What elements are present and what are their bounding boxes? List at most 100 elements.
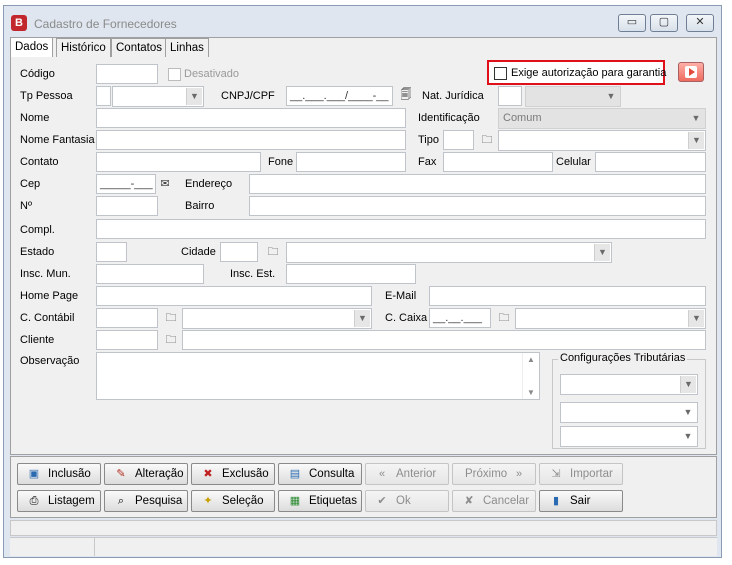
c-contabil-input[interactable] [96, 308, 158, 328]
contato-input[interactable] [96, 152, 261, 172]
email-input[interactable] [429, 286, 706, 306]
codigo-label: Código [20, 68, 55, 80]
exige-autorizacao-label: Exige autorização para garantia [511, 67, 667, 79]
chevron-down-icon: ▼ [594, 244, 610, 261]
minimize-button[interactable]: ▭ [618, 14, 646, 32]
exige-autorizacao-highlight: Exige autorização para garantia [487, 60, 667, 85]
c-caixa-select[interactable]: ▼ [515, 308, 706, 329]
folder-lookup-icon[interactable]: 🗀 [496, 310, 512, 326]
document-lookup-icon[interactable]: 🗐 [398, 87, 414, 103]
config-tributarias-title: Configurações Tributárias [558, 352, 688, 364]
exige-autorizacao-checkbox[interactable] [494, 67, 507, 80]
folder-lookup-icon[interactable]: 🗀 [163, 332, 179, 348]
insc-mun-label: Insc. Mun. [20, 268, 71, 280]
tab-dados[interactable]: Dados [10, 37, 54, 57]
inclusao-button[interactable]: ▣ Inclusão [17, 463, 101, 485]
tipo-code-input[interactable] [443, 130, 474, 150]
alteracao-button[interactable]: ✎ Alteração [104, 463, 188, 485]
observacao-textarea[interactable]: ▲ ▼ [96, 352, 540, 400]
importar-button[interactable]: ⇲ Importar [539, 463, 623, 485]
cep-input[interactable]: _____-___ [96, 174, 156, 194]
nat-juridica-select[interactable]: ▼ [525, 86, 621, 107]
chevron-down-icon: ▼ [691, 113, 701, 123]
home-page-label: Home Page [20, 290, 79, 302]
fone-label: Fone [268, 156, 294, 168]
fone-input[interactable] [296, 152, 406, 172]
c-contabil-select[interactable]: ▼ [182, 308, 372, 329]
tp-pessoa-select[interactable]: ▼ [112, 86, 204, 107]
tab-historico[interactable]: Histórico [56, 38, 111, 57]
play-icon [685, 66, 697, 78]
close-button[interactable]: ✕ [686, 14, 714, 32]
printer-icon: ⎙ [29, 495, 39, 507]
chevron-down-icon: ▼ [688, 310, 704, 327]
cidade-code-input[interactable] [220, 242, 258, 262]
cancel-icon: ✘ [464, 495, 474, 507]
pesquisa-button[interactable]: ⌕ Pesquisa [104, 490, 188, 512]
sair-button[interactable]: ▮ Sair [539, 490, 623, 512]
identificacao-select[interactable]: Comum ▼ [498, 108, 706, 129]
contato-label: Contato [20, 156, 59, 168]
cnpj-input[interactable]: __.___.___/____-__ [286, 86, 393, 106]
home-page-input[interactable] [96, 286, 372, 306]
nat-juridica-code-input[interactable] [498, 86, 522, 106]
folder-lookup-icon[interactable]: 🗀 [163, 310, 179, 326]
numero-input[interactable] [96, 196, 158, 216]
c-caixa-input[interactable]: __.__.___ [429, 308, 491, 328]
nome-fantasia-input[interactable] [96, 130, 406, 150]
search-list-icon: ▤ [289, 468, 301, 480]
nome-input[interactable] [96, 108, 406, 128]
bairro-input[interactable] [249, 196, 706, 216]
config-trib-select-3[interactable]: ▼ [560, 426, 698, 447]
scroll-up-icon[interactable]: ▲ [523, 355, 539, 364]
identificacao-value: Comum [503, 112, 542, 124]
folder-lookup-icon[interactable]: 🗀 [265, 244, 281, 260]
maximize-button[interactable]: ▢ [650, 14, 678, 32]
etiquetas-button[interactable]: ▦ Etiquetas [278, 490, 362, 512]
listagem-button[interactable]: ⎙ Listagem [17, 490, 101, 512]
cliente-label: Cliente [20, 334, 55, 346]
scroll-down-icon[interactable]: ▼ [523, 388, 539, 397]
cliente-input[interactable] [96, 330, 158, 350]
check-icon: ✔ [377, 495, 387, 507]
insc-est-input[interactable] [286, 264, 416, 284]
tipo-label: Tipo [418, 134, 439, 146]
celular-input[interactable] [595, 152, 706, 172]
consulta-button[interactable]: ▤ Consulta [278, 463, 362, 485]
tab-contatos[interactable]: Contatos [111, 38, 168, 57]
anterior-button[interactable]: «Anterior [365, 463, 449, 485]
observacao-scrollbar[interactable]: ▲ ▼ [522, 353, 539, 399]
codigo-input[interactable] [96, 64, 158, 84]
chevron-down-icon: ▼ [680, 376, 696, 393]
exclusao-button[interactable]: ✖ Exclusão [191, 463, 275, 485]
cep-search-icon[interactable]: ✉ [157, 176, 173, 192]
cancelar-button[interactable]: ✘ Cancelar [452, 490, 536, 512]
search-icon: ⌕ [117, 495, 125, 507]
numero-label: Nº [20, 200, 32, 212]
cidade-select[interactable]: ▼ [286, 242, 612, 263]
chevron-down-icon: ▼ [186, 88, 202, 105]
cliente-name-input[interactable] [182, 330, 706, 350]
estado-input[interactable] [96, 242, 127, 262]
desativado-checkbox[interactable] [168, 68, 181, 81]
folder-lookup-icon[interactable]: 🗀 [479, 132, 495, 148]
title-bar[interactable]: B Cadastro de Fornecedores ▭ ▢ ✕ [4, 6, 721, 37]
config-trib-select-1[interactable]: ▼ [560, 374, 698, 395]
chevron-down-icon: ▼ [354, 310, 370, 327]
selecao-button[interactable]: ✦ Seleção [191, 490, 275, 512]
video-help-button[interactable] [678, 62, 704, 82]
c-caixa-label: C. Caixa [385, 312, 428, 324]
proximo-button[interactable]: Próximo» [452, 463, 536, 485]
endereco-input[interactable] [249, 174, 706, 194]
insc-mun-input[interactable] [96, 264, 204, 284]
config-trib-select-2[interactable]: ▼ [560, 402, 698, 423]
tp-pessoa-code-input[interactable] [96, 86, 111, 106]
ok-button[interactable]: ✔ Ok [365, 490, 449, 512]
compl-input[interactable] [96, 219, 706, 239]
tipo-select[interactable]: ▼ [498, 130, 706, 151]
tab-linhas[interactable]: Linhas [165, 38, 209, 57]
fax-input[interactable] [443, 152, 553, 172]
endereco-label: Endereço [185, 178, 233, 190]
desativado-label: Desativado [184, 68, 240, 80]
nome-label: Nome [20, 112, 50, 124]
